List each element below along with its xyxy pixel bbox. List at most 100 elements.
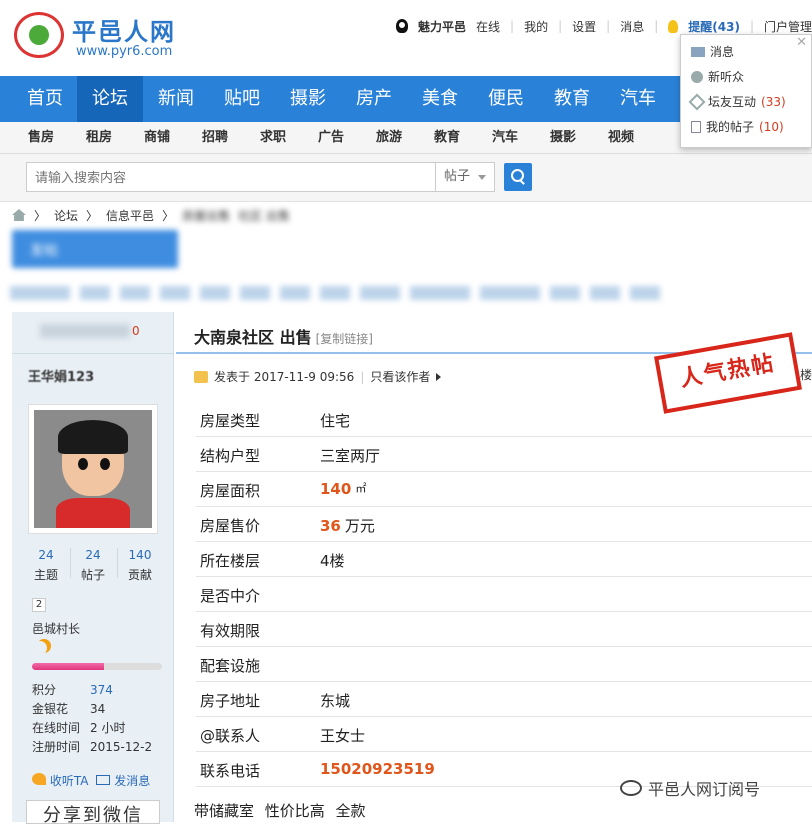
nav-item-service[interactable]: 便民 <box>473 76 539 122</box>
divider: | <box>654 19 659 33</box>
house-info-table: 房屋类型 住宅 结构户型 三室两厅 房屋面积 140 ㎡ 房屋售价 36 万元 所在楼层 4楼… <box>196 402 812 787</box>
toolbar-item[interactable] <box>160 286 190 300</box>
sidebar-header: 0 <box>12 312 174 354</box>
toolbar-item[interactable] <box>120 286 150 300</box>
info-row-online-time: 在线时间 2 小时 <box>32 721 126 735</box>
search-input[interactable] <box>26 162 436 192</box>
table-row: 配套设施 <box>196 647 812 682</box>
nav-item-food[interactable]: 美食 <box>407 76 473 122</box>
table-row: 房屋售价 36 万元 <box>196 507 812 542</box>
only-author-link[interactable]: 只看该作者 <box>370 368 430 385</box>
new-post-label: 发帖 <box>30 243 58 259</box>
toolbar-item[interactable] <box>80 286 110 300</box>
toolbar-item[interactable] <box>10 286 70 300</box>
post-title-text: 大南泉社区 出售 <box>194 328 312 347</box>
table-row: 是否中介 <box>196 577 812 612</box>
subnav-item[interactable]: 求职 <box>260 122 286 154</box>
home-icon[interactable] <box>12 209 26 221</box>
divider: | <box>606 19 611 33</box>
close-icon[interactable]: ✕ <box>796 35 807 50</box>
reminder-link[interactable]: 提醒(43) <box>688 18 740 35</box>
stat-contribution[interactable]: 140 贡献 <box>118 548 162 583</box>
divider: | <box>558 19 563 33</box>
breadcrumb-item[interactable]: 论坛 <box>54 207 78 224</box>
breadcrumb-item[interactable]: 房屋出售 <box>182 207 230 224</box>
reminder-item-messages[interactable]: 消息 <box>691 43 734 60</box>
subnav-item[interactable]: 视频 <box>608 122 634 154</box>
toolbar-item[interactable] <box>550 286 580 300</box>
nav-item-house[interactable]: 房产 <box>341 76 407 122</box>
subnav-item[interactable]: 广告 <box>318 122 344 154</box>
reminder-item-new-followers[interactable]: 新听众 <box>691 68 744 85</box>
nav-item-tieba[interactable]: 贴吧 <box>209 76 275 122</box>
subnav-item[interactable]: 摄影 <box>550 122 576 154</box>
toolbar-item[interactable] <box>320 286 350 300</box>
table-row: @联系人 王女士 <box>196 717 812 752</box>
send-message-button[interactable]: 发消息 <box>96 772 150 789</box>
floor-label: 楼 <box>800 368 812 382</box>
table-row: 房屋面积 140 ㎡ <box>196 472 812 507</box>
logo-name[interactable]: 平邑人网 <box>72 12 176 47</box>
search-type-select[interactable]: 帖子 <box>435 162 495 192</box>
messages-link[interactable]: 消息 <box>620 18 644 35</box>
subnav-item[interactable]: 售房 <box>28 122 54 154</box>
toolbar-item[interactable] <box>360 286 400 300</box>
toolbar-item[interactable] <box>410 286 470 300</box>
info-row-flowers: 金银花 34 <box>32 702 106 716</box>
share-wechat-button[interactable]: 分享到微信 <box>26 800 160 824</box>
message-icon <box>691 46 705 57</box>
stat-posts[interactable]: 24 帖子 <box>71 548 115 583</box>
breadcrumb-item[interactable]: 社区 出售 <box>238 207 290 224</box>
nav-item-photo[interactable]: 摄影 <box>275 76 341 122</box>
nav-item-home[interactable]: 首页 <box>12 76 78 122</box>
post-time: 发表于 2017-11-9 09:56 <box>214 370 355 384</box>
nav-item-news[interactable]: 新闻 <box>143 76 209 122</box>
divider: | <box>749 19 754 33</box>
triangle-right-icon <box>436 372 442 381</box>
subnav-item[interactable]: 教育 <box>434 122 460 154</box>
mine-menu[interactable]: 我的 <box>524 18 548 35</box>
divider: | <box>510 19 515 33</box>
search-type-label: 帖子 <box>444 169 471 184</box>
copy-link-button[interactable]: [复制链接] <box>316 332 373 346</box>
follow-icon <box>32 773 46 785</box>
stat-topics[interactable]: 24 主题 <box>24 548 68 583</box>
toolbar-item[interactable] <box>240 286 270 300</box>
subnav-item[interactable]: 汽车 <box>492 122 518 154</box>
logo-icon[interactable] <box>14 12 64 58</box>
breadcrumb-item[interactable]: 信息平邑 <box>106 207 154 224</box>
toolbar-item[interactable] <box>200 286 230 300</box>
online-status[interactable]: 在线 <box>476 18 500 35</box>
search-button[interactable] <box>504 163 532 191</box>
avatar[interactable] <box>28 404 158 534</box>
toolbar-item[interactable] <box>630 286 660 300</box>
wechat-icon <box>620 780 642 796</box>
follow-button[interactable]: 收听TA <box>32 772 88 789</box>
author-name[interactable]: 王华娟123 <box>28 366 94 385</box>
settings-link[interactable]: 设置 <box>572 18 596 35</box>
toolbar-item[interactable] <box>590 286 620 300</box>
new-post-button[interactable]: 发帖 <box>12 230 178 268</box>
reminder-item-my-posts[interactable]: 我的帖子 (10) <box>691 118 784 135</box>
toolbar-item[interactable] <box>480 286 540 300</box>
post-meta: 发表于 2017-11-9 09:56 | 只看该作者 <box>194 368 442 385</box>
user-icon <box>691 70 703 83</box>
post-features: 带储藏室 性价比高 全款 <box>194 802 366 820</box>
subnav-item[interactable]: 租房 <box>86 122 112 154</box>
subnav-item[interactable]: 招聘 <box>202 122 228 154</box>
nav-item-edu[interactable]: 教育 <box>539 76 605 122</box>
nav-item-forum[interactable]: 论坛 <box>77 76 143 122</box>
interaction-icon <box>688 93 706 110</box>
logo-url: www.pyr6.com <box>76 44 173 59</box>
portal-admin-link[interactable]: 门户管理 <box>764 18 812 35</box>
reminder-item-interactions[interactable]: 坛友互动 (33) <box>688 93 786 110</box>
contact-phone[interactable]: 15020923519 <box>320 760 435 778</box>
subnav-item[interactable]: 商铺 <box>144 122 170 154</box>
sidebar-header-blurred <box>40 324 130 338</box>
sidebar-header-count: 0 <box>132 324 140 338</box>
toolbar-item[interactable] <box>280 286 310 300</box>
thread-toolbar <box>10 286 660 300</box>
username-link[interactable]: 魅力平邑 <box>418 18 466 35</box>
nav-item-car[interactable]: 汽车 <box>605 76 671 122</box>
subnav-item[interactable]: 旅游 <box>376 122 402 154</box>
